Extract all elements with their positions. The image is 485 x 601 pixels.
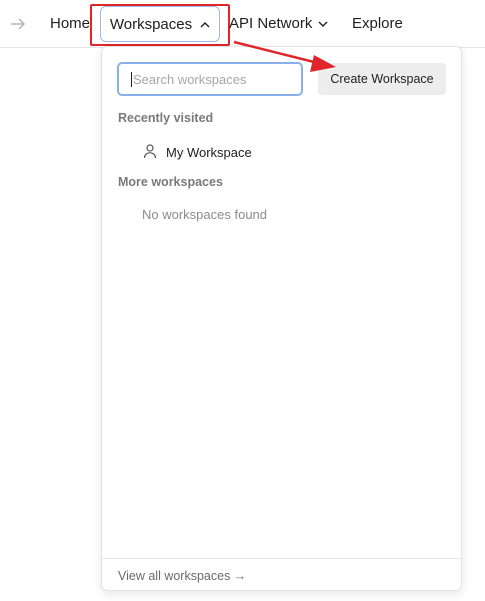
recent-workspace-name: My Workspace (166, 144, 252, 160)
nav-home-label: Home (50, 15, 91, 32)
nav-home[interactable]: Home (50, 14, 90, 34)
search-workspaces-field[interactable] (117, 62, 303, 96)
recently-visited-heading: Recently visited (118, 111, 214, 125)
create-workspace-button[interactable]: Create Workspace (318, 63, 446, 95)
nav-explore-label: Explore (352, 15, 403, 32)
top-navigation-bar: Home Workspaces API Network Explore (0, 0, 485, 48)
view-all-workspaces-link[interactable]: View all workspaces → (118, 569, 246, 583)
chevron-up-icon (200, 21, 210, 28)
nav-explore[interactable]: Explore (352, 14, 403, 34)
more-workspaces-heading: More workspaces (118, 175, 223, 189)
text-cursor (131, 71, 132, 87)
chevron-down-icon (318, 21, 328, 28)
empty-state-message: No workspaces found (142, 207, 268, 222)
forward-arrow-icon[interactable] (8, 14, 28, 34)
recent-workspace-item[interactable]: My Workspace (142, 141, 252, 163)
search-workspaces-input[interactable] (133, 71, 293, 87)
nav-api-network[interactable]: API Network (229, 14, 328, 34)
nav-workspaces-label: Workspaces (109, 15, 193, 33)
nav-api-network-label: API Network (229, 15, 313, 32)
nav-workspaces-button[interactable]: Workspaces (100, 6, 220, 42)
user-icon (142, 143, 158, 162)
workspaces-dropdown: Create Workspace Recently visited My Wor… (101, 46, 462, 591)
dropdown-footer: View all workspaces → (102, 558, 461, 592)
